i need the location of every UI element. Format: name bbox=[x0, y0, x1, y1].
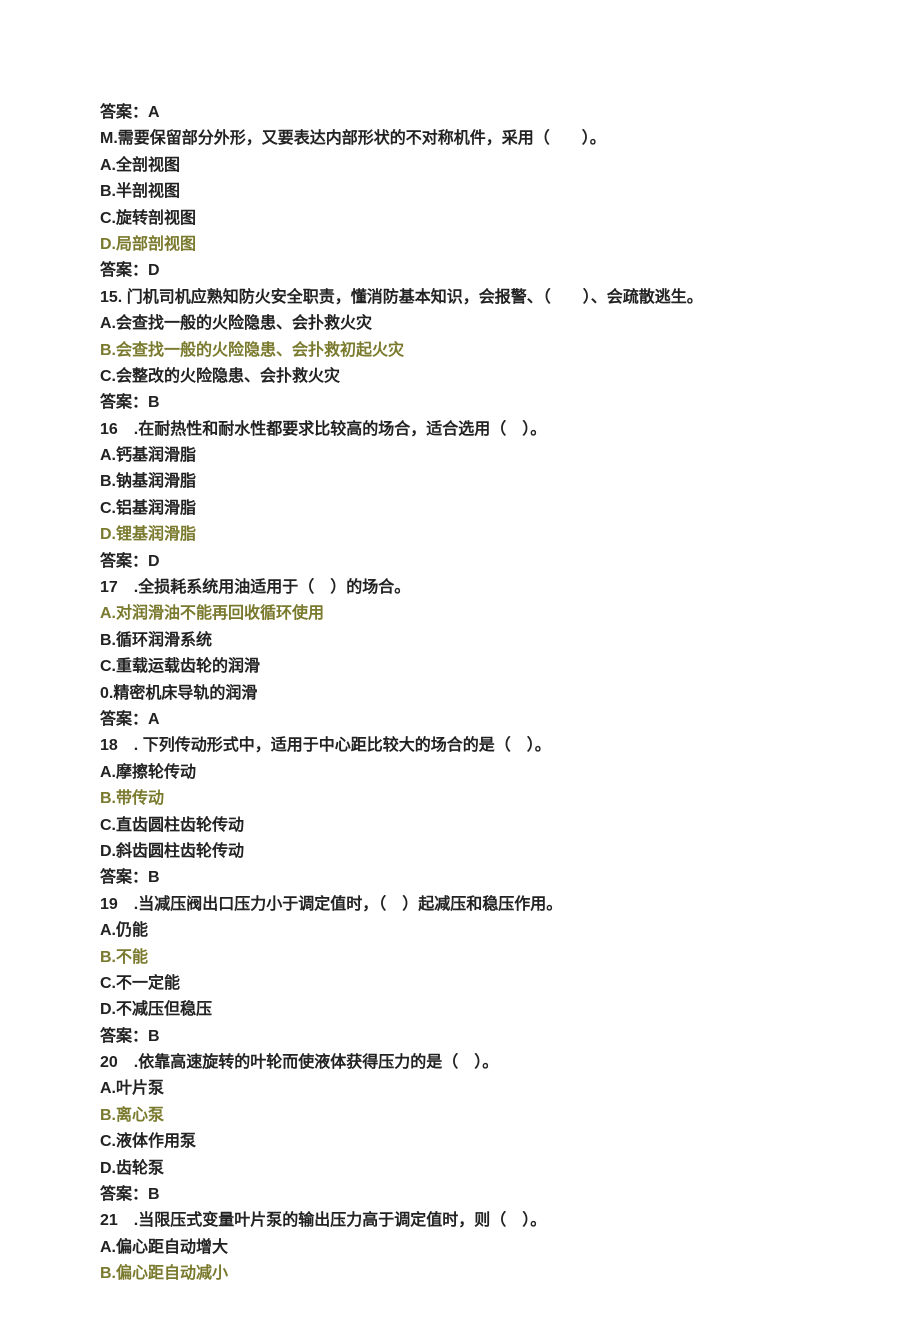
option-c: C.不一定能 bbox=[100, 971, 820, 997]
question-stem: 16 .在耐热性和耐水性都要求比较高的场合，适合选用（ ）。 bbox=[100, 417, 820, 443]
question-stem: 20 .依靠高速旋转的叶轮而使液体获得压力的是（ ）。 bbox=[100, 1050, 820, 1076]
option-c: C.重载运载齿轮的润滑 bbox=[100, 654, 820, 680]
option-c: C.铝基润滑脂 bbox=[100, 496, 820, 522]
option-b-highlighted: B.会查找一般的火险隐患、会扑救初起火灾 bbox=[100, 338, 820, 364]
answer-line: 答案：D bbox=[100, 549, 820, 575]
option-a: A.会查找一般的火险隐患、会扑救火灾 bbox=[100, 311, 820, 337]
option-b: B.钠基润滑脂 bbox=[100, 469, 820, 495]
option-d: 0.精密机床导轨的润滑 bbox=[100, 681, 820, 707]
option-b-highlighted: B.偏心距自动减小 bbox=[100, 1261, 820, 1287]
answer-line: 答案：D bbox=[100, 258, 820, 284]
document-page: 答案：A M.需要保留部分外形，又要表达内部形状的不对称机件，采用（ ）。 A.… bbox=[0, 0, 920, 1328]
option-a: A.仍能 bbox=[100, 918, 820, 944]
answer-line: 答案：A bbox=[100, 707, 820, 733]
option-c: C.直齿圆柱齿轮传动 bbox=[100, 813, 820, 839]
question-stem: 15. 门机司机应熟知防火安全职责，懂消防基本知识，会报警、（ ）、会疏散逃生。 bbox=[100, 285, 820, 311]
option-b-highlighted: B.离心泵 bbox=[100, 1103, 820, 1129]
question-stem: 17 .全损耗系统用油适用于（ ）的场合。 bbox=[100, 575, 820, 601]
option-d-highlighted: D.锂基润滑脂 bbox=[100, 522, 820, 548]
option-d: D.齿轮泵 bbox=[100, 1156, 820, 1182]
stem-text: M.需要保留部分外形，又要表达内部形状的不对称机件，采用（ ）。 bbox=[100, 130, 606, 147]
option-c: C.旋转剖视图 bbox=[100, 206, 820, 232]
option-b-highlighted: B.带传动 bbox=[100, 786, 820, 812]
option-a: A.叶片泵 bbox=[100, 1076, 820, 1102]
option-b: B.循环润滑系统 bbox=[100, 628, 820, 654]
option-d: D.斜齿圆柱齿轮传动 bbox=[100, 839, 820, 865]
option-a-highlighted: A.对润滑油不能再回收循环使用 bbox=[100, 601, 820, 627]
option-d: D.不减压但稳压 bbox=[100, 997, 820, 1023]
option-d-highlighted: D.局部剖视图 bbox=[100, 232, 820, 258]
option-c: C.液体作用泵 bbox=[100, 1129, 820, 1155]
answer-line: 答案：B bbox=[100, 1182, 820, 1208]
option-b-highlighted: B.不能 bbox=[100, 945, 820, 971]
answer-line: 答案：B bbox=[100, 865, 820, 891]
question-stem: 19 .当减压阀出口压力小于调定值时，（ ）起减压和稳压作用。 bbox=[100, 892, 820, 918]
answer-text: 答案：A bbox=[100, 104, 160, 121]
option-a: A.偏心距自动增大 bbox=[100, 1235, 820, 1261]
option-a: A.钙基润滑脂 bbox=[100, 443, 820, 469]
answer-line: 答案：A bbox=[100, 100, 820, 126]
option-a: A.全剖视图 bbox=[100, 153, 820, 179]
option-c: C.会整改的火险隐患、会扑救火灾 bbox=[100, 364, 820, 390]
answer-line: 答案：B bbox=[100, 390, 820, 416]
option-a: A.摩擦轮传动 bbox=[100, 760, 820, 786]
question-stem: M.需要保留部分外形，又要表达内部形状的不对称机件，采用（ ）。 bbox=[100, 126, 820, 152]
question-stem: 18 . 下列传动形式中，适用于中心距比较大的场合的是（ ）。 bbox=[100, 733, 820, 759]
option-b: B.半剖视图 bbox=[100, 179, 820, 205]
answer-line: 答案：B bbox=[100, 1024, 820, 1050]
question-stem: 21 .当限压式变量叶片泵的输出压力高于调定值时，则（ ）。 bbox=[100, 1208, 820, 1234]
